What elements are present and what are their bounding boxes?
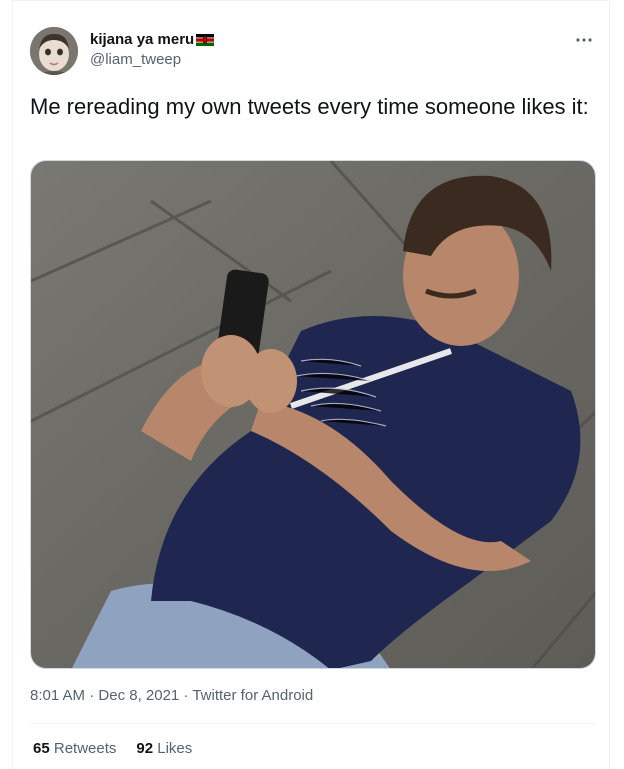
- separator-dot: ·: [179, 687, 193, 704]
- author-handle[interactable]: @liam_tweep: [90, 51, 181, 69]
- tweet-media-photo[interactable]: [30, 160, 596, 669]
- more-options-button[interactable]: [572, 30, 596, 50]
- more-horizontal-icon: [576, 38, 592, 42]
- tweet-timestamp[interactable]: 8:01 AM · Dec 8, 2021 · Twitter for Andr…: [30, 686, 313, 706]
- divider: [30, 723, 596, 724]
- kenya-flag-icon: [196, 34, 215, 46]
- likes-stat[interactable]: 92 Likes: [136, 739, 192, 759]
- likes-label: Likes: [157, 740, 193, 757]
- likes-count: 92: [136, 740, 154, 757]
- tweet-source[interactable]: Twitter for Android: [192, 687, 313, 704]
- retweets-stat[interactable]: 65 Retweets: [33, 739, 116, 759]
- author-display-name[interactable]: kijana ya meru: [90, 31, 194, 49]
- avatar[interactable]: [30, 27, 78, 75]
- avatar-image: [30, 27, 78, 75]
- tweet-date[interactable]: Dec 8, 2021: [98, 687, 179, 704]
- separator-dot: ·: [85, 687, 99, 704]
- tweet-time[interactable]: 8:01 AM: [30, 687, 85, 704]
- author-name-row[interactable]: kijana ya meru: [90, 31, 215, 49]
- tweet-text: Me rereading my own tweets every time so…: [30, 94, 589, 119]
- photo-image: [31, 161, 595, 668]
- retweets-count: 65: [33, 740, 50, 757]
- tweet-stats: 65 Retweets 92 Likes: [33, 739, 192, 759]
- retweets-label: Retweets: [53, 740, 117, 757]
